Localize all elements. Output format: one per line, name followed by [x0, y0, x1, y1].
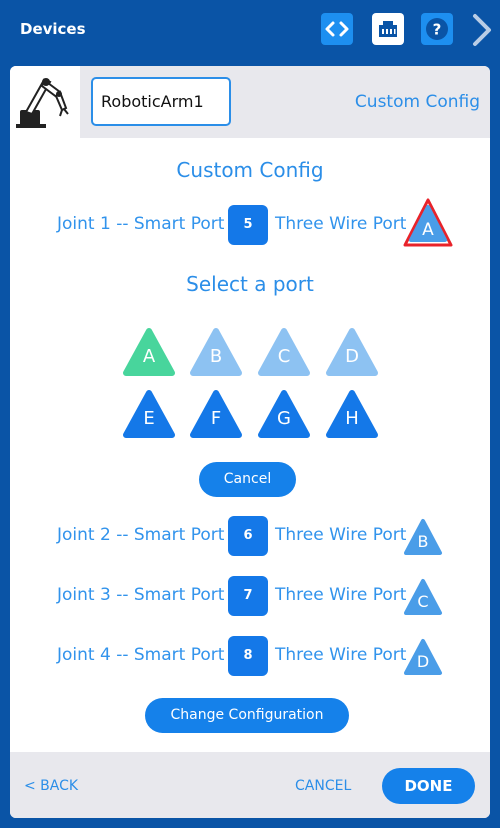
port-view-button[interactable]	[372, 13, 404, 45]
port-option-a[interactable]: A	[121, 326, 177, 378]
three-wire-label: Three Wire Port	[275, 645, 407, 665]
smart-port-button[interactable]: 7	[228, 576, 268, 616]
custom-config-link[interactable]: Custom Config	[355, 92, 480, 112]
svg-text:?: ?	[433, 21, 442, 39]
joint-label: Joint 2 -- Smart Port	[57, 525, 225, 545]
code-icon	[325, 21, 349, 37]
joint-row: Joint 1 -- Smart Port 5 Three Wire Port …	[10, 198, 490, 247]
joint-label: Joint 4 -- Smart Port	[57, 645, 225, 665]
port-option-label: A	[142, 346, 156, 367]
cancel-port-select-button[interactable]: Cancel	[199, 462, 296, 497]
three-wire-label: Three Wire Port	[275, 585, 407, 605]
three-wire-port-value: C	[417, 592, 429, 611]
back-button[interactable]: < BACK	[24, 778, 78, 794]
three-wire-port-value: A	[422, 220, 434, 240]
port-option-c: C	[256, 326, 312, 378]
change-configuration-button[interactable]: Change Configuration	[145, 698, 349, 733]
three-wire-port-value: B	[417, 532, 429, 551]
header-title: Devices	[20, 20, 86, 38]
three-wire-label: Three Wire Port	[275, 214, 407, 234]
port-option-g[interactable]: G	[256, 388, 312, 440]
three-wire-port-button[interactable]: C	[402, 577, 444, 617]
port-option-label: B	[209, 346, 223, 367]
port-option-h[interactable]: H	[324, 388, 380, 440]
done-button[interactable]: DONE	[382, 768, 475, 804]
joint-row: Joint 4 -- Smart Port 8 Three Wire Port …	[10, 635, 490, 677]
footer-bar: < BACK CANCEL DONE	[10, 752, 490, 818]
code-view-button[interactable]	[321, 13, 353, 45]
joint-row: Joint 3 -- Smart Port 7 Three Wire Port …	[10, 575, 490, 617]
joint-label: Joint 3 -- Smart Port	[57, 585, 225, 605]
port-option-label: G	[277, 408, 291, 429]
smart-port-button[interactable]: 8	[228, 636, 268, 676]
three-wire-port-button[interactable]: B	[402, 517, 444, 557]
robotic-arm-icon	[16, 78, 69, 128]
smart-port-button[interactable]: 6	[228, 516, 268, 556]
three-wire-label: Three Wire Port	[275, 525, 407, 545]
cancel-button[interactable]: CANCEL	[295, 778, 351, 794]
port-option-d: D	[324, 326, 380, 378]
port-option-e[interactable]: E	[121, 388, 177, 440]
port-option-label: C	[277, 346, 291, 367]
three-wire-port-button[interactable]: D	[402, 637, 444, 677]
custom-config-heading: Custom Config	[176, 158, 324, 182]
three-wire-port-value: D	[416, 652, 430, 671]
port-option-label: D	[345, 346, 359, 367]
help-button[interactable]: ?	[421, 13, 453, 45]
header-bar: Devices ?	[0, 0, 500, 60]
device-config-panel: Custom Config Custom Config Joint 1 -- S…	[10, 66, 490, 818]
three-wire-port-button[interactable]: A	[403, 198, 453, 248]
chevron-right-icon[interactable]	[470, 12, 494, 48]
device-name-input[interactable]	[91, 77, 231, 126]
port-option-label: E	[143, 408, 155, 429]
port-option-f[interactable]: F	[188, 388, 244, 440]
port-option-label: F	[210, 408, 222, 429]
port-option-label: H	[345, 408, 359, 429]
port-icon	[379, 21, 397, 37]
help-icon: ?	[426, 18, 448, 40]
port-option-b: B	[188, 326, 244, 378]
joint-label: Joint 1 -- Smart Port	[57, 214, 225, 234]
smart-port-button[interactable]: 5	[228, 205, 268, 245]
device-icon-tile	[10, 66, 80, 138]
joint-row: Joint 2 -- Smart Port 6 Three Wire Port …	[10, 515, 490, 557]
device-info-row: Custom Config	[10, 66, 490, 138]
select-port-heading: Select a port	[186, 272, 314, 296]
